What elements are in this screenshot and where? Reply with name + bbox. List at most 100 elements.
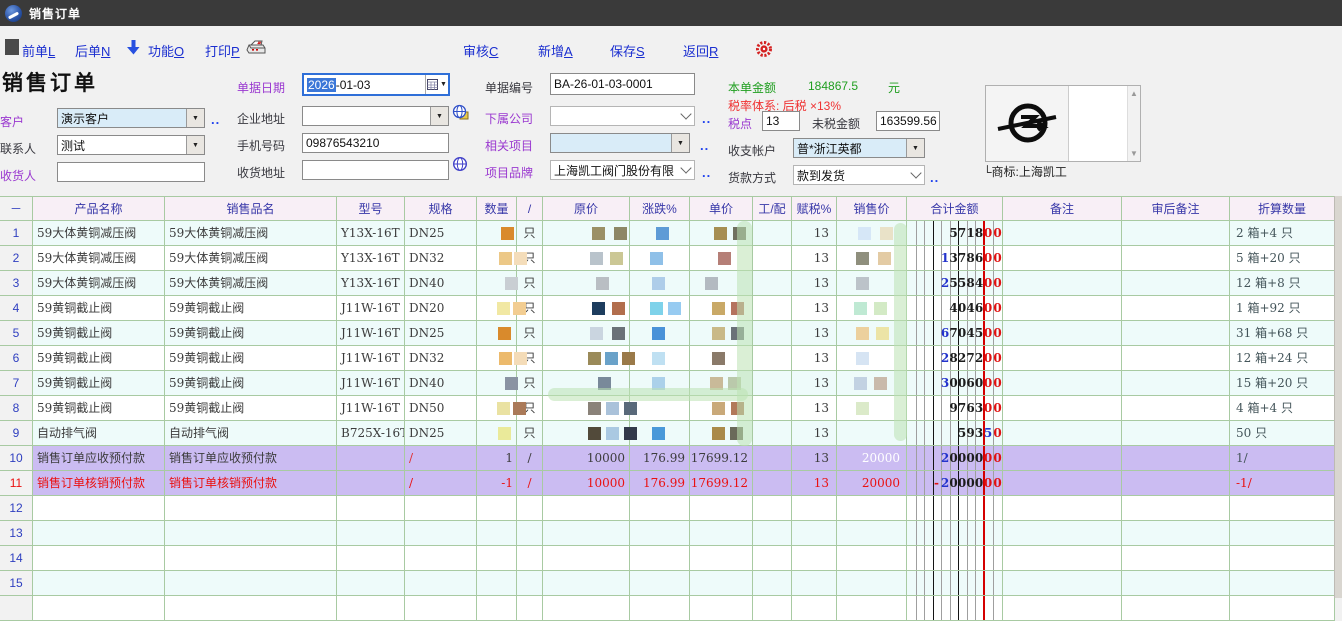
audit-note-cell[interactable]: [1122, 471, 1230, 496]
spec-cell[interactable]: /: [405, 471, 477, 496]
sale-name-cell[interactable]: 59黄铜截止阀: [165, 396, 337, 421]
model-cell[interactable]: J11W-16T: [337, 346, 405, 371]
converted-quantity-cell[interactable]: 50 只: [1230, 421, 1335, 446]
printer-icon[interactable]: [246, 39, 267, 61]
model-cell[interactable]: [337, 496, 405, 521]
tax-percent-cell[interactable]: 13: [792, 246, 837, 271]
tax-percent-cell[interactable]: 13: [792, 321, 837, 346]
spec-cell[interactable]: DN25: [405, 421, 477, 446]
note-cell[interactable]: [1003, 321, 1122, 346]
converted-quantity-cell[interactable]: [1230, 496, 1335, 521]
spec-cell[interactable]: [405, 571, 477, 596]
chevron-down-icon[interactable]: [677, 161, 694, 179]
unit-cell[interactable]: /: [517, 471, 543, 496]
audit-note-cell[interactable]: [1122, 571, 1230, 596]
original-price-cell[interactable]: 10000: [543, 446, 630, 471]
total-amount-ledger-cell[interactable]: [907, 546, 1003, 571]
converted-quantity-cell[interactable]: 12 箱+24 只: [1230, 346, 1335, 371]
converted-quantity-cell[interactable]: 12 箱+8 只: [1230, 271, 1335, 296]
note-cell[interactable]: [1003, 546, 1122, 571]
empty-row[interactable]: 13: [0, 521, 1335, 546]
tax-percent-cell[interactable]: 13: [792, 296, 837, 321]
tax-percent-cell[interactable]: [792, 546, 837, 571]
note-cell[interactable]: [1003, 421, 1122, 446]
tax-percent-cell[interactable]: [792, 521, 837, 546]
spec-cell[interactable]: [405, 546, 477, 571]
spec-cell[interactable]: DN25: [405, 221, 477, 246]
product-name-cell[interactable]: 销售订单应收预付款: [33, 446, 165, 471]
vertical-scrollbar[interactable]: [1334, 196, 1342, 598]
labor-fit-cell[interactable]: [753, 296, 792, 321]
functions-menu-button[interactable]: 功能O: [148, 41, 184, 60]
total-amount-ledger-cell[interactable]: [907, 571, 1003, 596]
project-more-link[interactable]: ..: [700, 138, 709, 153]
original-price-cell[interactable]: [543, 271, 630, 296]
unit-cell[interactable]: [517, 546, 543, 571]
spec-cell[interactable]: DN40: [405, 371, 477, 396]
payment-more-link[interactable]: ..: [930, 170, 939, 185]
quantity-cell[interactable]: [477, 571, 517, 596]
unit-price-cell[interactable]: [690, 596, 753, 621]
row-number[interactable]: 15: [0, 571, 33, 596]
sale-name-cell[interactable]: 59黄铜截止阀: [165, 346, 337, 371]
change-percent-cell[interactable]: [630, 596, 690, 621]
converted-quantity-cell[interactable]: 4 箱+4 只: [1230, 396, 1335, 421]
model-cell[interactable]: Y13X-16T: [337, 221, 405, 246]
labor-fit-cell[interactable]: [753, 571, 792, 596]
note-cell[interactable]: [1003, 596, 1122, 621]
order-item-row[interactable]: 459黄铜截止阀59黄铜截止阀J11W-16TDN20只136404001 箱+…: [0, 296, 1335, 321]
original-price-cell[interactable]: 10000: [543, 471, 630, 496]
sale-name-cell[interactable]: 自动排气阀: [165, 421, 337, 446]
order-item-row[interactable]: 659黄铜截止阀59黄铜截止阀J11W-16TDN32只13272820012 …: [0, 346, 1335, 371]
return-button[interactable]: 返回R: [683, 41, 718, 60]
sale-name-cell[interactable]: 59黄铜截止阀: [165, 296, 337, 321]
tax-percent-cell[interactable]: 13: [792, 371, 837, 396]
payment-method-select[interactable]: 款到发货: [793, 165, 925, 185]
system-menu-icon[interactable]: [5, 39, 19, 55]
unit-price-cell[interactable]: [690, 496, 753, 521]
labor-fit-cell[interactable]: [753, 471, 792, 496]
doc-date-input[interactable]: 2026-01-03 ▼: [302, 73, 450, 96]
audit-note-cell[interactable]: [1122, 421, 1230, 446]
audit-note-cell[interactable]: [1122, 221, 1230, 246]
note-cell[interactable]: [1003, 221, 1122, 246]
converted-quantity-cell[interactable]: -1/: [1230, 471, 1335, 496]
total-amount-ledger-cell[interactable]: 2728200: [907, 346, 1003, 371]
product-name-cell[interactable]: [33, 571, 165, 596]
product-name-cell[interactable]: [33, 546, 165, 571]
total-amount-ledger-cell[interactable]: 640400: [907, 296, 1003, 321]
sale-name-cell[interactable]: 销售订单核销预付款: [165, 471, 337, 496]
total-amount-ledger-cell[interactable]: 817500: [907, 221, 1003, 246]
tax-percent-cell[interactable]: 13: [792, 471, 837, 496]
unit-price-cell[interactable]: [690, 521, 753, 546]
chevron-down-icon[interactable]: [677, 107, 694, 125]
audit-note-cell[interactable]: [1122, 446, 1230, 471]
labor-fit-cell[interactable]: [753, 546, 792, 571]
product-name-cell[interactable]: 自动排气阀: [33, 421, 165, 446]
model-cell[interactable]: J11W-16T: [337, 321, 405, 346]
spec-cell[interactable]: DN25: [405, 321, 477, 346]
quantity-cell[interactable]: 1: [477, 446, 517, 471]
sale-name-cell[interactable]: 59大体黄铜减压阀: [165, 246, 337, 271]
product-name-cell[interactable]: 销售订单核销预付款: [33, 471, 165, 496]
sale-name-cell[interactable]: [165, 496, 337, 521]
row-number[interactable]: 6: [0, 346, 33, 371]
unit-price-cell[interactable]: 17699.12: [690, 446, 753, 471]
note-cell[interactable]: [1003, 296, 1122, 321]
product-name-cell[interactable]: [33, 496, 165, 521]
row-number[interactable]: 10: [0, 446, 33, 471]
order-item-row[interactable]: 11销售订单核销预付款销售订单核销预付款/-1/10000176.9917699…: [0, 471, 1335, 496]
spec-cell[interactable]: DN32: [405, 346, 477, 371]
labor-fit-cell[interactable]: [753, 421, 792, 446]
scrollbar[interactable]: ▲▼: [1127, 86, 1140, 161]
next-order-button[interactable]: 后单N: [75, 41, 110, 60]
globe-icon[interactable]: [452, 156, 468, 177]
converted-quantity-cell[interactable]: [1230, 521, 1335, 546]
spec-cell[interactable]: [405, 596, 477, 621]
converted-quantity-cell[interactable]: 2 箱+4 只: [1230, 221, 1335, 246]
consignee-input[interactable]: [57, 162, 205, 182]
chevron-down-icon[interactable]: [907, 166, 924, 184]
total-amount-ledger-cell[interactable]: 5407600: [907, 321, 1003, 346]
labor-fit-cell[interactable]: [753, 321, 792, 346]
customer-more-link[interactable]: ..: [211, 112, 220, 127]
